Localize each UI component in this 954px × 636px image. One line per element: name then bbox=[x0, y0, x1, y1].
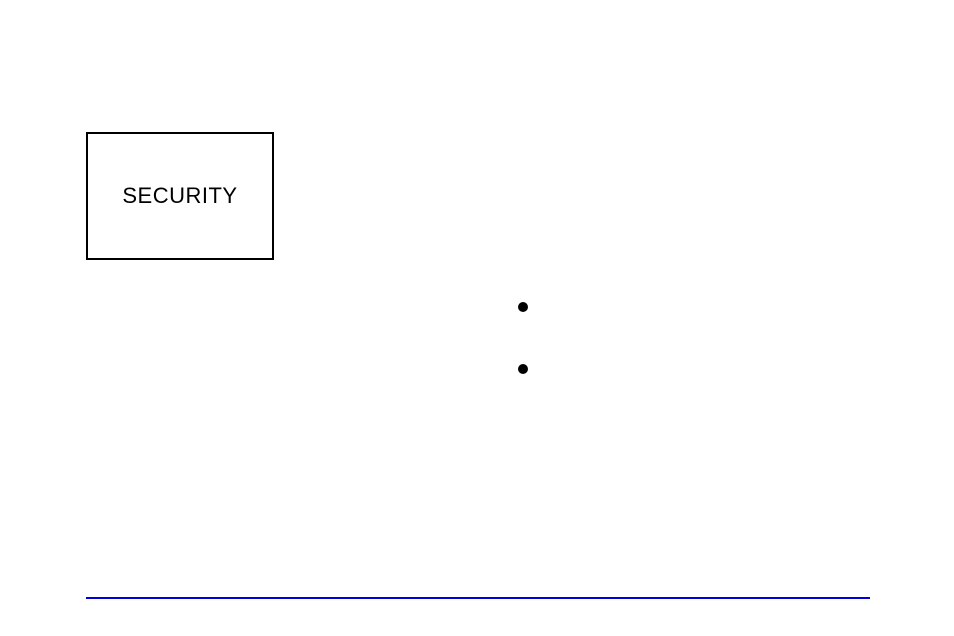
footer-divider bbox=[86, 597, 870, 599]
title-text: SECURITY bbox=[122, 183, 237, 209]
bullet-icon bbox=[518, 302, 528, 312]
bullet-icon bbox=[518, 364, 528, 374]
list-item bbox=[518, 364, 540, 374]
list-item bbox=[518, 302, 540, 312]
bullet-list bbox=[518, 302, 540, 426]
title-box: SECURITY bbox=[86, 132, 274, 260]
